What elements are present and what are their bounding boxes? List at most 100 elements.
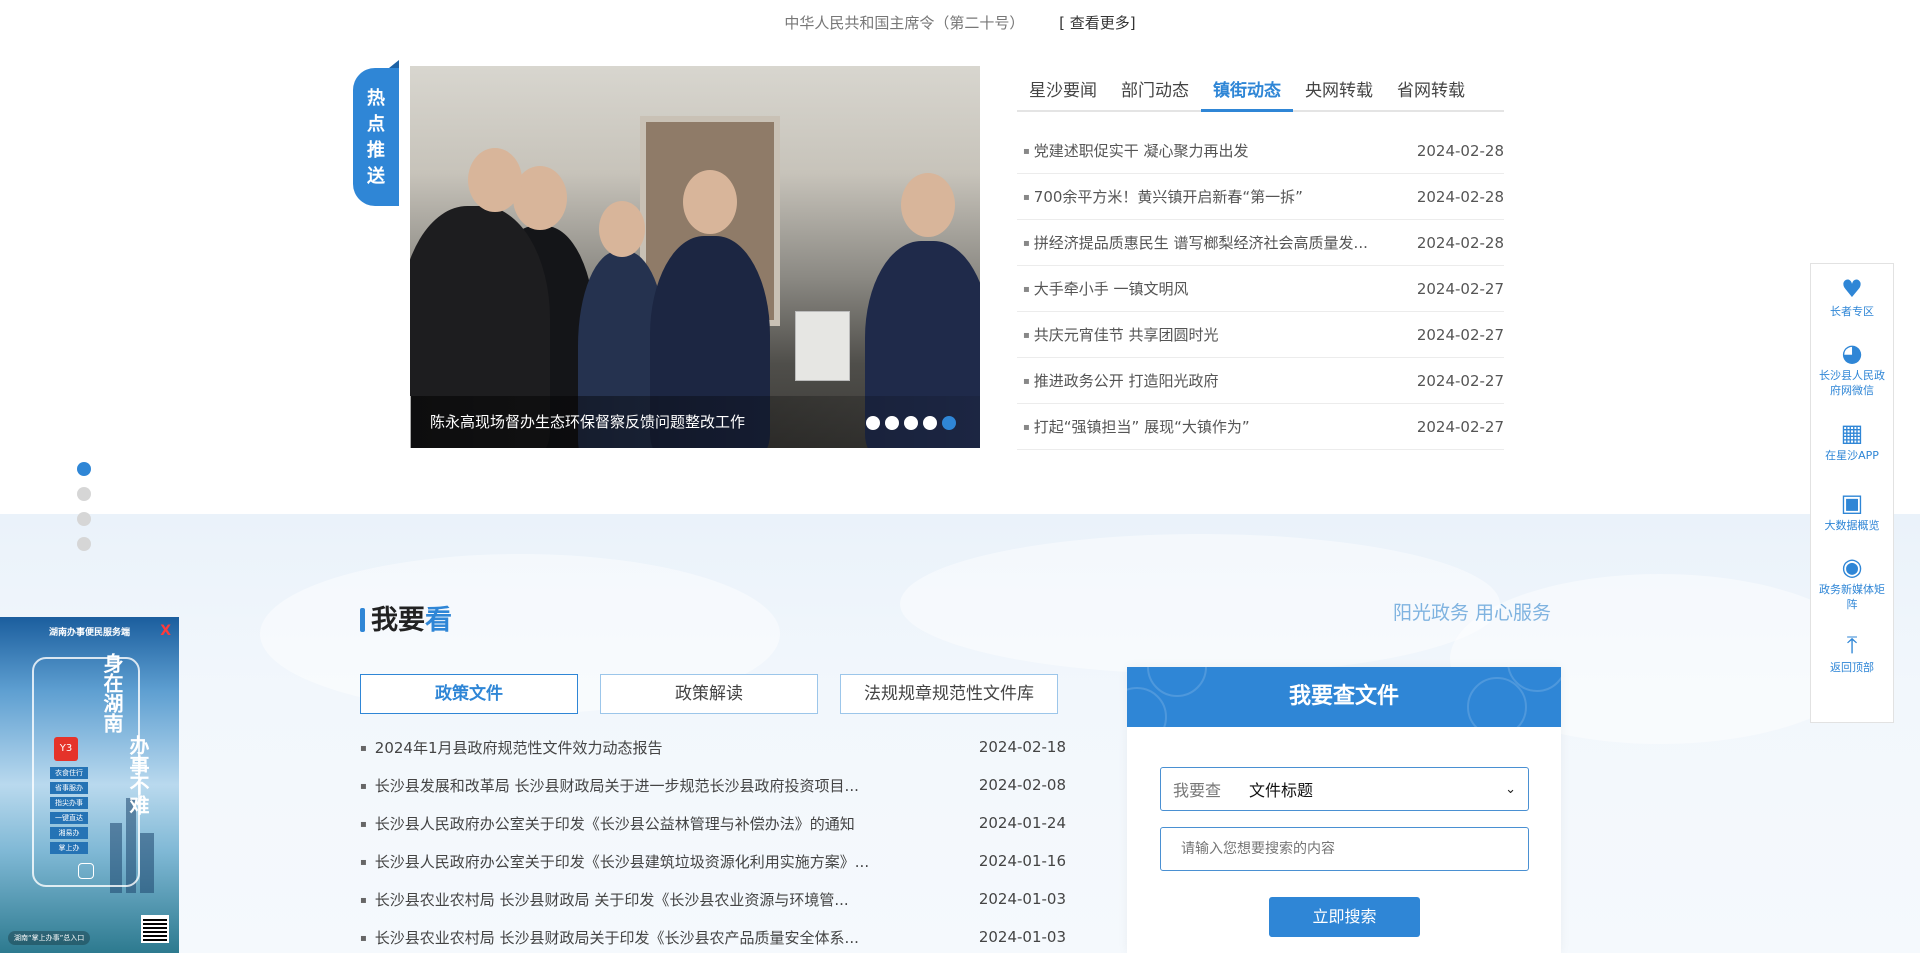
float-back-top[interactable]: ⤒ 返回顶部: [1811, 620, 1893, 690]
photo-air-conditioner: [795, 311, 850, 381]
float-label: 政务新媒体矩阵: [1819, 583, 1885, 611]
ad-menu-item: 省事服办: [50, 782, 88, 794]
tab-xingsha-news[interactable]: 星沙要闻: [1017, 70, 1109, 112]
section-dot[interactable]: [77, 537, 91, 551]
floating-ad-banner[interactable]: 湖南办事便民服务端 X 身在湖南 办事不难 Y3 衣食住行 省事服办 指尖办事 …: [0, 617, 179, 953]
doc-title[interactable]: 长沙县人民政府办公室关于印发《长沙县建筑垃圾资源化利用实施方案》...: [360, 851, 915, 872]
file-search-card: 我要查文件 我要查 文件标题 ⌄ 立即搜索: [1127, 667, 1561, 953]
float-wechat[interactable]: ◕ 长沙县人民政府网微信: [1811, 328, 1893, 408]
hot-badge-char: 点: [367, 114, 385, 135]
chevron-down-icon[interactable]: ⌄: [1505, 782, 1516, 797]
section-dot-active[interactable]: [77, 462, 91, 476]
tab-department-news[interactable]: 部门动态: [1109, 70, 1201, 112]
section-title-b: 看: [425, 605, 452, 636]
slider-dot[interactable]: [923, 416, 937, 430]
news-item[interactable]: 大手牵小手 一镇文明风 2024-02-27: [1017, 266, 1504, 312]
ad-menu-item: 指尖办事: [50, 797, 88, 809]
float-label: 大数据概览: [1824, 519, 1880, 532]
hot-badge-char: 送: [367, 166, 385, 187]
news-item[interactable]: 共庆元宵佳节 共享团圆时光 2024-02-27: [1017, 312, 1504, 358]
slider-photo[interactable]: [410, 66, 980, 448]
ad-footer: 湖南“掌上办事”总入口: [8, 931, 91, 945]
slider-dot-active[interactable]: [942, 416, 956, 430]
news-title[interactable]: 大手牵小手 一镇文明风: [1023, 278, 1393, 299]
doc-item[interactable]: 长沙县农业农村局 长沙县财政局关于印发《长沙县农产品质量安全体系... 2024-…: [360, 918, 1066, 953]
news-title[interactable]: 推进政务公开 打造阳光政府: [1023, 370, 1393, 391]
doc-title[interactable]: 长沙县农业农村局 长沙县财政局关于印发《长沙县农产品质量安全体系...: [360, 927, 915, 948]
news-tabs: 星沙要闻 部门动态 镇街动态 央网转载 省网转载: [1017, 70, 1504, 112]
doc-title[interactable]: 长沙县发展和改革局 长沙县财政局关于进一步规范长沙县政府投资项目...: [360, 775, 915, 796]
doc-item[interactable]: 长沙县人民政府办公室关于印发《长沙县建筑垃圾资源化利用实施方案》... 2024-…: [360, 842, 1066, 880]
file-search-header: 我要查文件: [1127, 667, 1561, 727]
doc-date: 2024-01-03: [978, 928, 1066, 946]
ad-menu-item: 一键直达: [50, 812, 88, 824]
search-type-select[interactable]: 我要查 文件标题 ⌄: [1160, 767, 1529, 811]
notice-text[interactable]: 中华人民共和国主席令（第二十号）: [784, 14, 1024, 32]
notice-more-link[interactable]: [ 查看更多]: [1059, 14, 1135, 32]
bigdata-icon: ▣: [1840, 489, 1864, 517]
news-title[interactable]: 拼经济提品质惠民生 谱写榔梨经济社会高质量发...: [1023, 232, 1393, 253]
doc-item[interactable]: 长沙县农业农村局 长沙县财政局 关于印发《长沙县农业资源与环境管... 2024-…: [360, 880, 1066, 918]
doc-title[interactable]: 长沙县农业农村局 长沙县财政局 关于印发《长沙县农业资源与环境管...: [360, 889, 915, 910]
ad-menu-item: 掌上办: [50, 842, 88, 854]
doc-date: 2024-02-08: [978, 776, 1066, 794]
tab-regulations-library[interactable]: 法规规章规范性文件库: [840, 674, 1058, 714]
tab-policy-interpretation[interactable]: 政策解读: [600, 674, 818, 714]
doc-item[interactable]: 2024年1月县政府规范性文件效力动态报告 2024-02-18: [360, 728, 1066, 766]
news-item[interactable]: 打起“强镇担当” 展现“大镇作为” 2024-02-27: [1017, 404, 1504, 450]
tab-province-repost[interactable]: 省网转载: [1385, 70, 1477, 112]
slogan: 阳光政务 用心服务: [1393, 602, 1552, 624]
news-item[interactable]: 拼经济提品质惠民生 谱写榔梨经济社会高质量发... 2024-02-28: [1017, 220, 1504, 266]
section-title: 我要看: [360, 598, 452, 637]
search-type-label: 我要查: [1173, 781, 1222, 800]
tab-central-repost[interactable]: 央网转载: [1293, 70, 1385, 112]
tab-policy-docs[interactable]: 政策文件: [360, 674, 578, 714]
doc-item[interactable]: 长沙县发展和改革局 长沙县财政局关于进一步规范长沙县政府投资项目... 2024-…: [360, 766, 1066, 804]
float-label: 在星沙APP: [1825, 449, 1879, 462]
search-type-value[interactable]: 文件标题: [1249, 777, 1505, 801]
float-app[interactable]: ▦ 在星沙APP: [1811, 408, 1893, 478]
news-date: 2024-02-27: [1416, 279, 1504, 298]
header-wave-decor: [1147, 667, 1207, 697]
news-title[interactable]: 党建述职促实干 凝心聚力再出发: [1023, 140, 1393, 161]
wechat-icon: ◕: [1841, 339, 1863, 367]
search-input[interactable]: [1160, 827, 1529, 871]
doc-date: 2024-01-16: [978, 852, 1066, 870]
ad-menu-item: 衣食住行: [50, 767, 88, 779]
doc-item[interactable]: 长沙县人民政府办公室关于印发《长沙县公益林管理与补偿办法》的通知 2024-01-…: [360, 804, 1066, 842]
doc-title[interactable]: 长沙县人民政府办公室关于印发《长沙县公益林管理与补偿办法》的通知: [360, 813, 915, 834]
news-date: 2024-02-28: [1416, 233, 1504, 252]
elder-zone-icon: ♥: [1841, 275, 1863, 303]
float-bigdata[interactable]: ▣ 大数据概览: [1811, 478, 1893, 542]
doc-title[interactable]: 2024年1月县政府规范性文件效力动态报告: [360, 737, 915, 758]
news-item[interactable]: 700余平方米！黄兴镇开启新春“第一拆” 2024-02-28: [1017, 174, 1504, 220]
doc-date: 2024-02-18: [978, 738, 1066, 756]
page: 中华人民共和国主席令（第二十号） [ 查看更多] 热 点 推 送 陈永高现场督办…: [0, 0, 1920, 953]
ad-close-button[interactable]: X: [160, 623, 171, 639]
news-item[interactable]: 推进政务公开 打造阳光政府 2024-02-27: [1017, 358, 1504, 404]
slider-dot[interactable]: [885, 416, 899, 430]
tab-town-news[interactable]: 镇街动态: [1201, 70, 1293, 112]
float-label: 长者专区: [1830, 305, 1874, 318]
float-label: 长沙县人民政府网微信: [1819, 369, 1885, 397]
section-nav-dots: [77, 462, 91, 562]
slider-dot[interactable]: [904, 416, 918, 430]
slider-caption[interactable]: 陈永高现场督办生态环保督察反馈问题整改工作: [430, 411, 745, 432]
ad-logo: Y3: [54, 737, 78, 761]
hot-recommend-badge: 热 点 推 送: [353, 60, 399, 206]
media-icon: ◉: [1841, 553, 1863, 581]
slider-dot[interactable]: [866, 416, 880, 430]
float-media-matrix[interactable]: ◉ 政务新媒体矩阵: [1811, 542, 1893, 620]
ad-menu-item: 湘易办: [50, 827, 88, 839]
float-elder-zone[interactable]: ♥ 长者专区: [1811, 264, 1893, 328]
news-title[interactable]: 700余平方米！黄兴镇开启新春“第一拆”: [1023, 186, 1393, 207]
section-dot[interactable]: [77, 512, 91, 526]
hot-badge-char: 推: [367, 140, 385, 161]
news-title[interactable]: 共庆元宵佳节 共享团圆时光: [1023, 324, 1393, 345]
search-button[interactable]: 立即搜索: [1269, 897, 1420, 937]
news-item[interactable]: 党建述职促实干 凝心聚力再出发 2024-02-28: [1017, 128, 1504, 174]
news-title[interactable]: 打起“强镇担当” 展现“大镇作为”: [1023, 416, 1393, 437]
photo-slider[interactable]: 陈永高现场督办生态环保督察反馈问题整改工作: [410, 66, 980, 448]
hot-badge-char: 热: [367, 88, 385, 109]
section-dot[interactable]: [77, 487, 91, 501]
